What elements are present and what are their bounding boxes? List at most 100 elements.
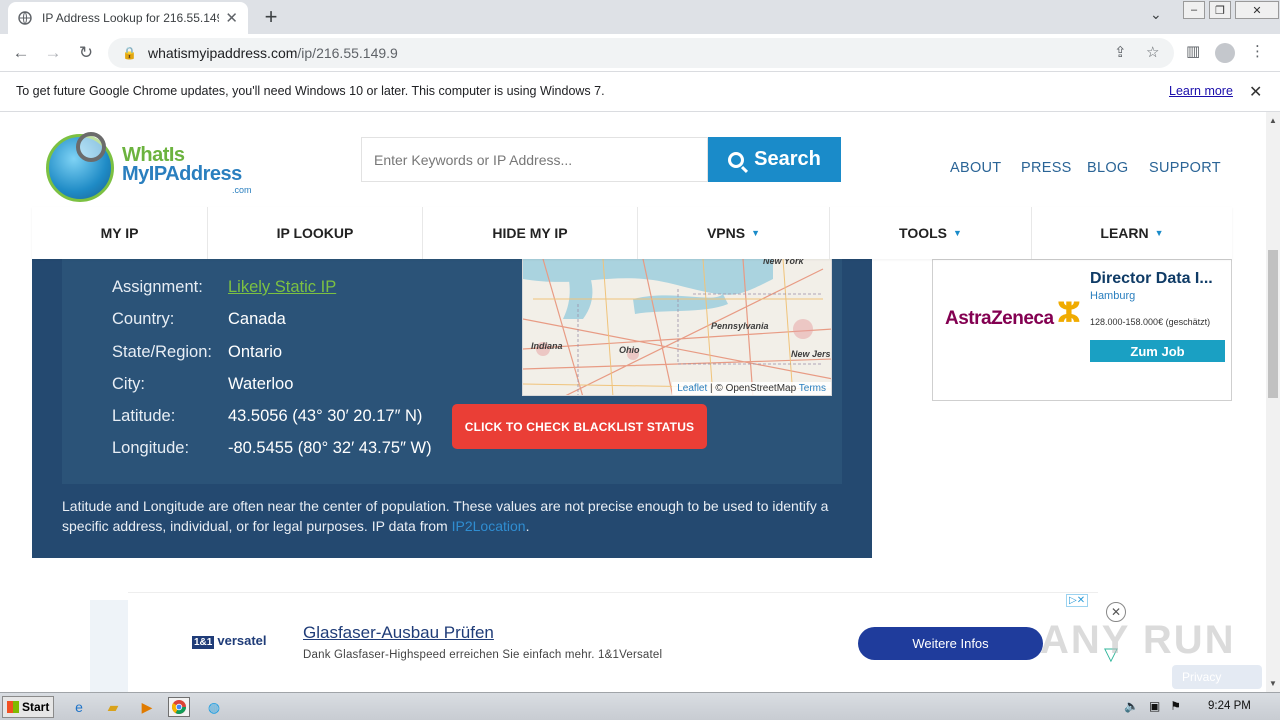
window-close-button[interactable]: ✕	[1235, 1, 1279, 19]
nav-hide-my-ip[interactable]: HIDE MY IP	[423, 207, 638, 259]
address-bar[interactable]: 🔒 whatismyipaddress.com/ip/216.55.149.9	[108, 38, 1174, 68]
scroll-thumb[interactable]	[1268, 250, 1278, 398]
latitude-row: Latitude: 43.5056 (43° 30′ 20.17″ N)	[112, 407, 422, 426]
ie-icon[interactable]: e	[68, 697, 90, 717]
tab-close-icon[interactable]: ✕	[225, 9, 238, 27]
logo-text-line2: MyIPAddress	[122, 163, 242, 185]
job-ad-city: Hamburg	[1090, 290, 1136, 302]
terms-link[interactable]: Terms	[799, 383, 826, 394]
nav-learn[interactable]: LEARN ▼	[1032, 207, 1232, 259]
scroll-up-icon[interactable]: ▲	[1269, 116, 1277, 125]
disclaimer-text: Latitude and Longitude are often near th…	[62, 498, 829, 534]
search-button[interactable]: Search	[708, 137, 841, 182]
disclaimer-end: .	[525, 518, 530, 534]
lock-icon: 🔒	[122, 46, 137, 60]
assignment-link[interactable]: Likely Static IP	[228, 278, 336, 296]
location-map[interactable]: New York Pennsylvania Ohio Indiana New J…	[522, 258, 832, 396]
blog-link[interactable]: BLOG	[1087, 160, 1129, 176]
search-icon	[728, 151, 745, 168]
glasfaser-ad[interactable]: 1&1 versatel Glasfaser-Ausbau Prüfen Dank…	[128, 592, 1098, 692]
press-link[interactable]: PRESS	[1021, 160, 1072, 176]
ad-description: Dank Glasfaser-Highspeed erreichen Sie e…	[303, 649, 663, 661]
volume-icon[interactable]: 🔈	[1124, 699, 1139, 713]
nav-label: HIDE MY IP	[492, 225, 568, 241]
blacklist-check-button[interactable]: CLICK TO CHECK BLACKLIST STATUS	[452, 404, 707, 449]
reload-icon[interactable]: ↻	[75, 42, 97, 64]
nav-tools[interactable]: TOOLS ▼	[830, 207, 1032, 259]
search-input[interactable]: Enter Keywords or IP Address...	[361, 137, 708, 182]
back-arrow-icon[interactable]: ←	[10, 42, 32, 64]
map-label-ohio: Ohio	[619, 345, 640, 355]
chrome-icon[interactable]	[168, 697, 190, 717]
browser-toolbar: ← → ↻ 🔒 whatismyipaddress.com/ip/216.55.…	[0, 34, 1280, 72]
nav-ip-lookup[interactable]: IP LOOKUP	[208, 207, 423, 259]
start-label: Start	[22, 700, 50, 714]
privacy-badge[interactable]: Privacy	[1172, 665, 1262, 689]
edge-icon[interactable]: ◍	[203, 697, 225, 717]
profile-avatar-icon[interactable]	[1215, 43, 1235, 67]
row-value: -80.5455 (80° 32′ 43.75″ W)	[228, 439, 432, 457]
tab-search-chevron-icon[interactable]: ⌄	[1150, 6, 1162, 23]
nav-label: VPNS	[706, 225, 746, 241]
ad-headline[interactable]: Glasfaser-Ausbau Prüfen	[303, 623, 494, 643]
map-label-new-york: New York	[763, 258, 804, 266]
nav-label: TOOLS	[899, 225, 948, 241]
magnifier-logo-icon	[76, 132, 106, 162]
folder-icon[interactable]: ▰	[102, 697, 124, 717]
infobar-close-icon[interactable]: ✕	[1249, 82, 1262, 102]
page-scrollbar[interactable]: ▲ ▼	[1266, 112, 1280, 692]
menu-kebab-icon[interactable]: ⋮	[1250, 42, 1265, 60]
minimize-button[interactable]: –	[1183, 1, 1205, 19]
update-infobar: To get future Google Chrome updates, you…	[0, 72, 1280, 112]
ip2location-link[interactable]: IP2Location	[452, 518, 526, 534]
versatel-logo: 1&1 versatel	[192, 633, 267, 649]
tab-title: IP Address Lookup for 216.55.149.9	[42, 11, 220, 25]
main-nav: MY IP IP LOOKUP HIDE MY IP VPNS ▼ TOOLS ▼ …	[32, 207, 1232, 259]
row-key: Assignment:	[112, 278, 203, 296]
start-button[interactable]: Start	[2, 696, 54, 718]
versatel-logo-prefix: 1&1	[192, 636, 215, 649]
job-ad-salary: 128.000-158.000€ (geschätzt)	[1090, 317, 1211, 327]
page-viewport: WhatIs MyIPAddress .com Enter Keywords o…	[0, 112, 1266, 692]
scroll-down-icon[interactable]: ▼	[1269, 679, 1277, 688]
browser-tab[interactable]: IP Address Lookup for 216.55.149.9 ✕	[8, 2, 248, 34]
taskbar-clock[interactable]: 9:24 PM	[1208, 700, 1251, 712]
bookmark-star-icon[interactable]: ☆	[1146, 43, 1159, 61]
nav-my-ip[interactable]: MY IP	[32, 207, 208, 259]
weitere-infos-button[interactable]: Weitere Infos	[858, 627, 1043, 660]
anyrun-watermark: ANY RUN	[1040, 618, 1236, 662]
astrazeneca-logo: AstraZeneca	[945, 308, 1054, 329]
nav-label: IP LOOKUP	[276, 225, 354, 241]
privacy-label: Privacy	[1182, 670, 1222, 684]
about-link[interactable]: ABOUT	[950, 160, 1001, 176]
dropdown-caret-icon: ▼	[751, 228, 761, 238]
state-row: State/Region: Ontario	[112, 343, 282, 362]
maximize-button[interactable]: ❐	[1209, 1, 1231, 19]
side-panel-icon[interactable]: ▥	[1186, 42, 1200, 60]
windows-flag-icon	[7, 701, 19, 713]
forward-arrow-icon[interactable]: →	[42, 42, 64, 64]
map-label-pennsylvania: Pennsylvania	[711, 321, 769, 331]
country-row: Country: Canada	[112, 310, 286, 329]
leaflet-link[interactable]: Leaflet	[677, 383, 707, 394]
media-player-icon[interactable]: ▶	[136, 697, 158, 717]
nav-label: LEARN	[1100, 225, 1149, 241]
dropdown-caret-icon: ▼	[953, 228, 962, 238]
new-tab-button[interactable]: +	[258, 4, 284, 30]
support-link[interactable]: SUPPORT	[1149, 160, 1221, 176]
map-label-new-jersey: New Jers	[791, 349, 831, 359]
zum-job-button[interactable]: Zum Job	[1090, 340, 1225, 362]
nav-vpns[interactable]: VPNS ▼	[638, 207, 830, 259]
flag-icon[interactable]: ⚑	[1170, 699, 1181, 713]
adchoices-icon[interactable]: ▷✕	[1066, 594, 1089, 607]
row-value: Canada	[228, 310, 286, 328]
learn-more-link[interactable]: Learn more	[1169, 84, 1233, 98]
share-icon[interactable]: ⇪	[1114, 43, 1127, 61]
row-key: Country:	[112, 310, 175, 328]
job-ad[interactable]: AstraZeneca ⵣ Director Data I... Hamburg…	[932, 259, 1232, 401]
dropdown-caret-icon: ▼	[1154, 228, 1164, 238]
network-icon[interactable]: ▣	[1149, 699, 1160, 713]
site-logo[interactable]: WhatIs MyIPAddress .com	[46, 130, 266, 204]
job-ad-title: Director Data I...	[1090, 270, 1213, 287]
url-host: whatismyipaddress.com	[148, 45, 298, 61]
